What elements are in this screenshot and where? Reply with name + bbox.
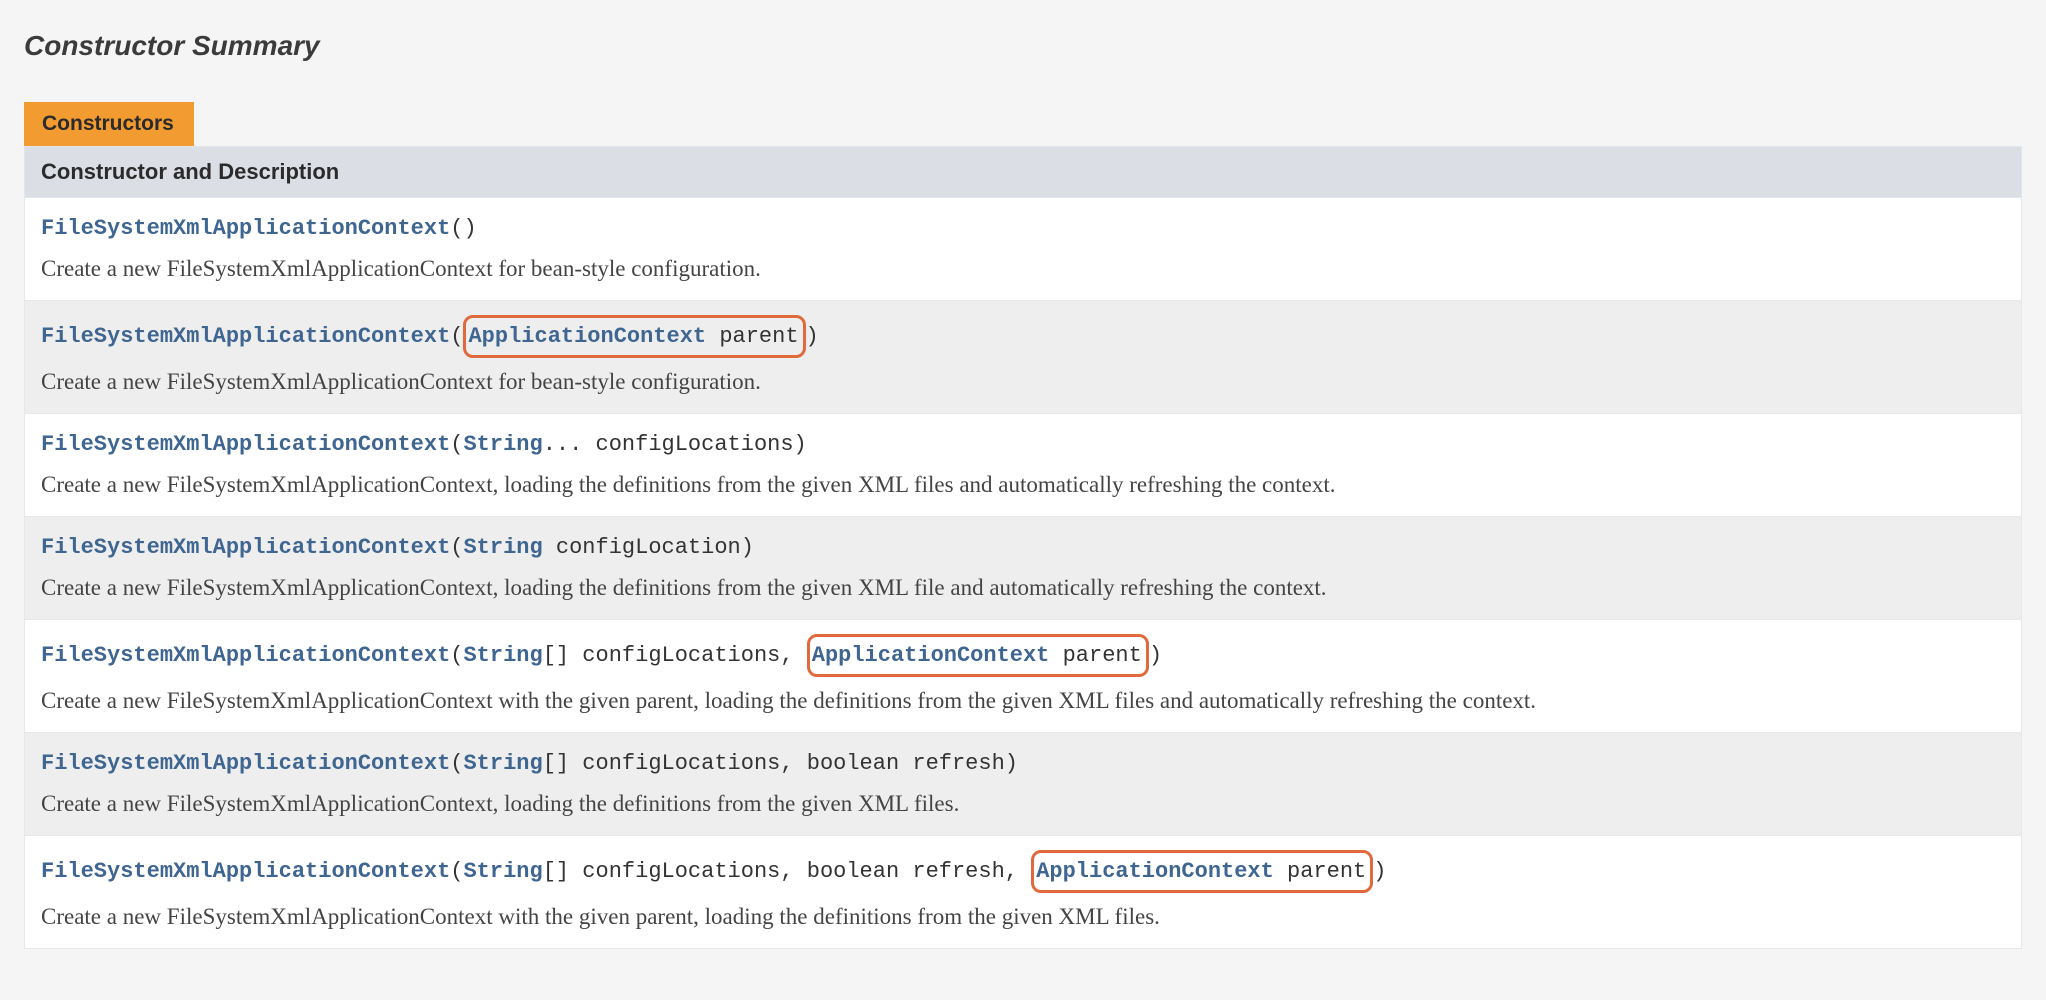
- constructor-name-link[interactable]: FileSystemXmlApplicationContext: [41, 859, 450, 884]
- signature-text: (: [450, 859, 463, 884]
- signature-text: ): [806, 324, 819, 349]
- highlight-box: ApplicationContext parent: [807, 634, 1149, 677]
- column-header-constructor: Constructor and Description: [24, 146, 2022, 198]
- highlight-box: ApplicationContext parent: [1031, 850, 1373, 893]
- type-link[interactable]: String: [463, 535, 542, 560]
- signature-text: (): [450, 216, 476, 241]
- signature-text: (: [450, 432, 463, 457]
- constructor-name-link[interactable]: FileSystemXmlApplicationContext: [41, 324, 450, 349]
- constructor-signature: FileSystemXmlApplicationContext(): [41, 212, 2005, 245]
- constructor-row: FileSystemXmlApplicationContext(String[]…: [24, 733, 2022, 836]
- signature-text: parent: [706, 324, 798, 349]
- signature-text: (: [450, 535, 463, 560]
- constructor-name-link[interactable]: FileSystemXmlApplicationContext: [41, 216, 450, 241]
- constructor-row: FileSystemXmlApplicationContext() Create …: [24, 198, 2022, 301]
- constructor-description: Create a new FileSystemXmlApplicationCon…: [41, 253, 2005, 284]
- constructor-signature: FileSystemXmlApplicationContext(String[]…: [41, 850, 2005, 893]
- constructor-name-link[interactable]: FileSystemXmlApplicationContext: [41, 432, 450, 457]
- constructor-description: Create a new FileSystemXmlApplicationCon…: [41, 572, 2005, 603]
- signature-text: (: [450, 324, 463, 349]
- constructor-row: FileSystemXmlApplicationContext(String[]…: [24, 620, 2022, 733]
- constructor-description: Create a new FileSystemXmlApplicationCon…: [41, 366, 2005, 397]
- constructor-signature: FileSystemXmlApplicationContext(String c…: [41, 531, 2005, 564]
- signature-text: configLocation): [543, 535, 754, 560]
- type-link[interactable]: ApplicationContext: [1036, 859, 1274, 884]
- type-link[interactable]: String: [463, 751, 542, 776]
- constructor-row: FileSystemXmlApplicationContext(Applicat…: [24, 301, 2022, 414]
- constructor-row: FileSystemXmlApplicationContext(String..…: [24, 414, 2022, 517]
- constructor-description: Create a new FileSystemXmlApplicationCon…: [41, 685, 2005, 716]
- type-link[interactable]: ApplicationContext: [812, 643, 1050, 668]
- type-link[interactable]: ApplicationContext: [468, 324, 706, 349]
- signature-text: ): [1373, 859, 1386, 884]
- signature-text: [] configLocations,: [543, 643, 807, 668]
- constructor-row: FileSystemXmlApplicationContext(String[]…: [24, 836, 2022, 949]
- constructor-signature: FileSystemXmlApplicationContext(String[]…: [41, 747, 2005, 780]
- highlight-box: ApplicationContext parent: [463, 315, 805, 358]
- signature-text: (: [450, 643, 463, 668]
- constructor-row: FileSystemXmlApplicationContext(String c…: [24, 517, 2022, 620]
- type-link[interactable]: String: [463, 643, 542, 668]
- type-link[interactable]: String: [463, 432, 542, 457]
- constructor-signature: FileSystemXmlApplicationContext(Applicat…: [41, 315, 2005, 358]
- constructor-description: Create a new FileSystemXmlApplicationCon…: [41, 788, 2005, 819]
- signature-text: parent: [1274, 859, 1366, 884]
- constructor-name-link[interactable]: FileSystemXmlApplicationContext: [41, 643, 450, 668]
- constructor-name-link[interactable]: FileSystemXmlApplicationContext: [41, 751, 450, 776]
- signature-text: parent: [1049, 643, 1141, 668]
- constructor-name-link[interactable]: FileSystemXmlApplicationContext: [41, 535, 450, 560]
- constructor-description: Create a new FileSystemXmlApplicationCon…: [41, 469, 2005, 500]
- signature-text: [] configLocations, boolean refresh,: [543, 859, 1031, 884]
- signature-text: ): [1149, 643, 1162, 668]
- signature-text: (: [450, 751, 463, 776]
- constructor-description: Create a new FileSystemXmlApplicationCon…: [41, 901, 2005, 932]
- constructors-table: Constructors Constructor and Description…: [24, 102, 2022, 949]
- constructor-signature: FileSystemXmlApplicationContext(String..…: [41, 428, 2005, 461]
- signature-text: [] configLocations, boolean refresh): [543, 751, 1018, 776]
- constructors-tab: Constructors: [24, 102, 194, 146]
- type-link[interactable]: String: [463, 859, 542, 884]
- section-title: Constructor Summary: [24, 30, 2022, 62]
- signature-text: ... configLocations): [543, 432, 807, 457]
- constructor-signature: FileSystemXmlApplicationContext(String[]…: [41, 634, 2005, 677]
